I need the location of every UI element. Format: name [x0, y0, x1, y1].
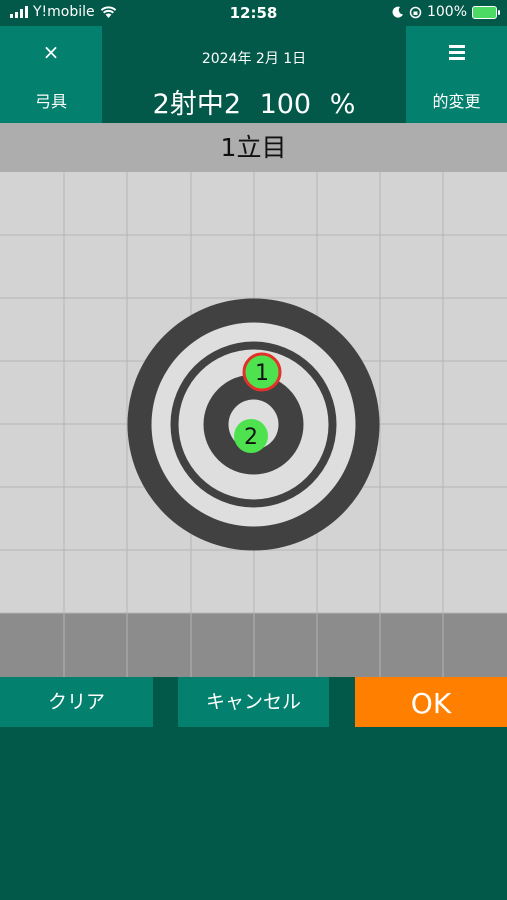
status-right: 100%	[392, 4, 500, 20]
clear-button[interactable]: クリア	[0, 677, 153, 727]
shot-marker-1[interactable]: 1	[242, 352, 282, 392]
menu-icon	[449, 45, 465, 60]
target-area[interactable]: 12	[0, 172, 507, 677]
ok-button[interactable]: OK	[355, 677, 507, 727]
change-target-label: 的変更	[432, 92, 481, 111]
header: × 弓具 2024年 2月 1日 2射中2 100 % 的変更	[0, 26, 507, 123]
change-target-button[interactable]: 的変更	[406, 26, 507, 123]
status-bar: Y!mobile 12:58 100%	[0, 0, 507, 26]
orientation-lock-icon	[409, 6, 422, 18]
shot-number: 2	[244, 425, 258, 450]
close-icon: ×	[42, 40, 60, 64]
shot-number: 1	[255, 361, 269, 386]
header-score: 2射中2 100 %	[152, 89, 356, 120]
battery-charging-icon	[472, 5, 500, 19]
equipment-label: 弓具	[34, 92, 67, 111]
shot-marker-2[interactable]: 2	[234, 419, 268, 453]
target-canvas[interactable]: 12	[0, 172, 507, 677]
header-date: 2024年 2月 1日	[201, 51, 307, 67]
moon-icon	[392, 6, 403, 18]
round-title: 1立目	[0, 123, 507, 172]
equipment-button[interactable]: × 弓具	[0, 26, 102, 123]
cancel-button[interactable]: キャンセル	[178, 677, 329, 727]
battery-percent: 100%	[426, 4, 467, 20]
